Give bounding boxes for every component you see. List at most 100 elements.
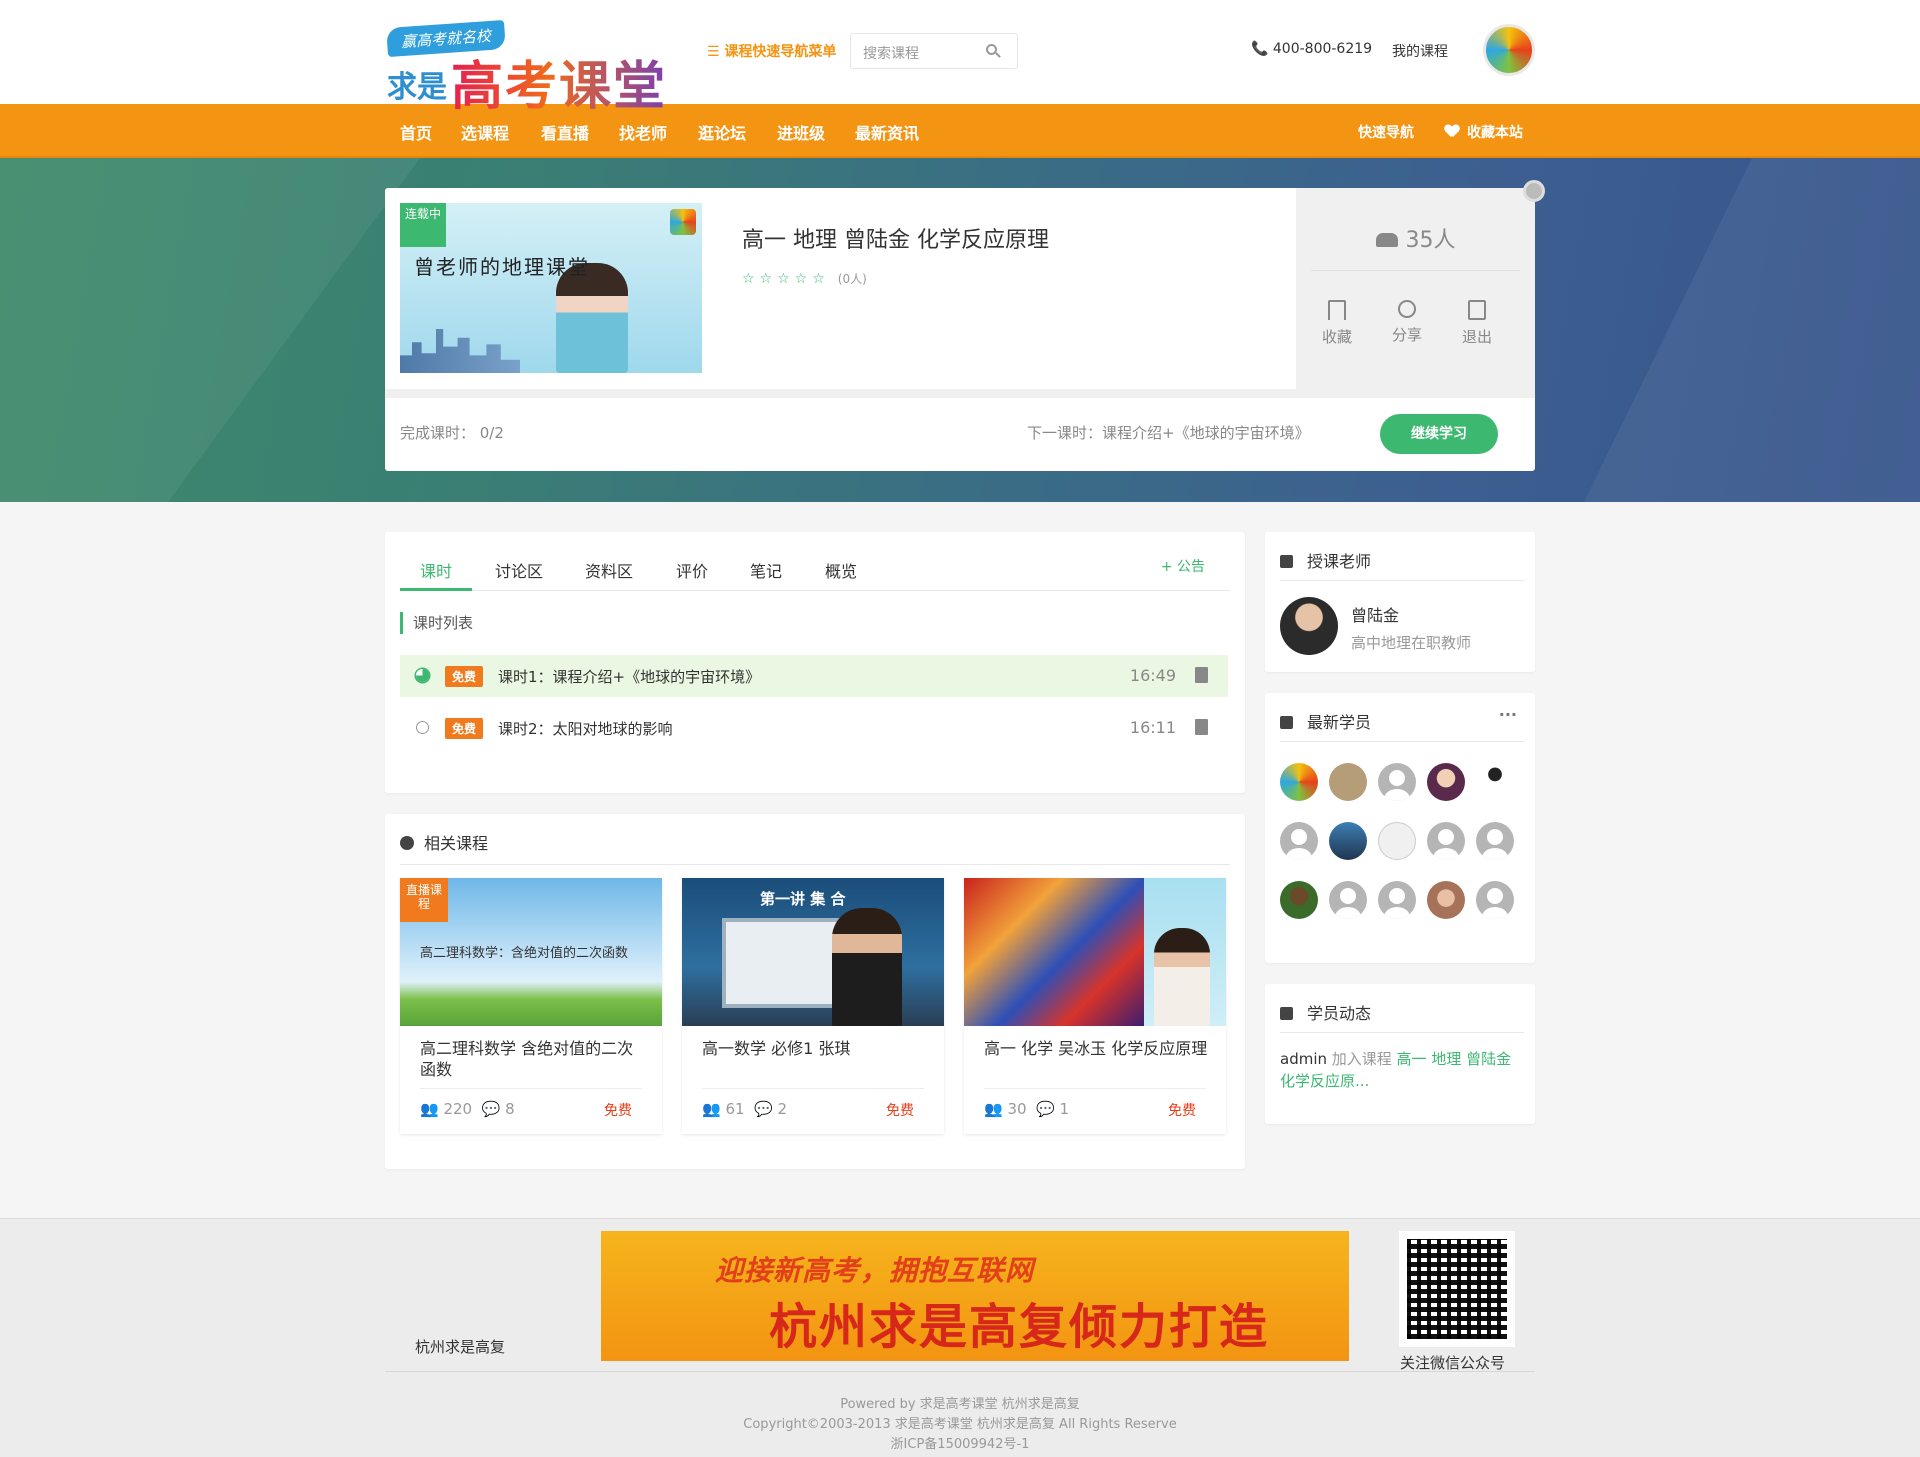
nav-live[interactable]: 看直播	[541, 120, 589, 144]
teacher-title: 授课老师	[1307, 552, 1372, 571]
related-course-card[interactable]: 第一讲 集 合 高一数学 必修1 张琪 👥 61 💬 2 免费	[682, 878, 944, 1134]
course-quick-nav-menu[interactable]: ☰ 课程快速导航菜单	[707, 41, 836, 61]
student-avatar[interactable]	[1329, 822, 1367, 860]
lesson-list-heading: 课时列表	[400, 612, 473, 634]
favorite-button[interactable]: 收藏	[1312, 300, 1362, 347]
banner-line-1: 迎接新高考，拥抱互联网	[715, 1254, 1035, 1287]
settings-gear-icon[interactable]	[1523, 180, 1545, 202]
student-avatar[interactable]	[1378, 881, 1416, 919]
exit-label: 退出	[1461, 328, 1492, 346]
banner-line-2: 杭州求是高复倾力打造	[769, 1299, 1270, 1355]
search-placeholder: 搜索课程	[863, 46, 919, 62]
city-illustration	[400, 329, 520, 373]
tab-materials[interactable]: 资料区	[585, 558, 633, 582]
price-label: 免费	[604, 1103, 632, 1119]
site-logo[interactable]: 赢高考就名校 求是 高考课堂	[385, 19, 695, 117]
student-avatar[interactable]	[1329, 881, 1367, 919]
live-ribbon: 直播课程	[400, 878, 448, 922]
student-avatar[interactable]	[1280, 822, 1318, 860]
student-avatar[interactable]	[1378, 822, 1416, 860]
tab-overview[interactable]: 概览	[825, 558, 857, 582]
free-badge: 免费	[445, 666, 484, 687]
mini-logo	[670, 209, 696, 235]
nav-home[interactable]: 首页	[400, 120, 432, 144]
nav-news[interactable]: 最新资讯	[855, 120, 919, 144]
tab-notes[interactable]: 笔记	[750, 558, 782, 582]
logo-prefix: 求是	[387, 70, 447, 105]
student-avatar[interactable]	[1280, 763, 1318, 801]
student-avatar[interactable]	[1476, 881, 1514, 919]
student-avatar[interactable]	[1476, 822, 1514, 860]
favorite-site-link[interactable]: 收藏本站	[1445, 122, 1523, 142]
lesson-row[interactable]: 免费 课时1：课程介绍+《地球的宇宙环境》 16:49	[400, 655, 1228, 697]
teacher-avatar[interactable]	[1280, 597, 1338, 655]
powered-by: Powered by 求是高考课堂 杭州求是高复	[840, 1397, 1080, 1412]
related-course-card[interactable]: 高一 化学 吴冰玉 化学反应原理 👥 30 💬 1 免费	[964, 878, 1226, 1134]
nav-teachers[interactable]: 找老师	[619, 120, 667, 144]
comment-count: 2	[777, 1100, 788, 1118]
next-lesson-link[interactable]: 下一课时：课程介绍+《地球的宇宙环境》	[1027, 422, 1310, 443]
nav-classes[interactable]: 进班级	[777, 120, 825, 144]
activity-item: admin 加入课程 高一 地理 曾陆金 化学反应原...	[1280, 1048, 1520, 1092]
related-course-card[interactable]: 直播课程 高二理科数学：含绝对值的二次函数 高二理科数学 含绝对值的二次函数 👥…	[400, 878, 662, 1134]
more-icon[interactable]: ···	[1499, 705, 1517, 724]
qr-label: 关注微信公众号	[1400, 1354, 1506, 1372]
teacher-heading: 授课老师	[1280, 548, 1371, 572]
price-label: 免费	[886, 1103, 914, 1119]
tab-reviews[interactable]: 评价	[676, 558, 708, 582]
rating-count: (0人)	[837, 272, 867, 286]
wechat-qr-code	[1399, 1231, 1515, 1347]
price-label: 免费	[1168, 1103, 1196, 1119]
image-caption: 第一讲 集 合	[760, 890, 846, 908]
favorite-label: 收藏本站	[1467, 125, 1523, 141]
colorful-reaction-image	[964, 878, 1144, 1026]
my-courses-link[interactable]: 我的课程	[1392, 41, 1448, 61]
teacher-description: 高中地理在职教师	[1351, 634, 1472, 652]
student-avatar[interactable]	[1427, 881, 1465, 919]
course-thumbnail[interactable]: 连载中 曾老师的地理课堂	[400, 203, 702, 373]
card-divider	[385, 389, 1535, 398]
student-activity-panel: 学员动态 admin 加入课程 高一 地理 曾陆金 化学反应原...	[1265, 984, 1535, 1124]
student-avatar[interactable]	[1427, 763, 1465, 801]
free-badge: 免费	[445, 718, 484, 739]
promo-banner[interactable]: 迎接新高考，拥抱互联网 杭州求是高复倾力打造	[601, 1231, 1349, 1361]
teacher-name[interactable]: 曾陆金	[1351, 602, 1399, 626]
announcement-button[interactable]: + 公告	[1161, 556, 1205, 576]
exit-button[interactable]: 退出	[1452, 300, 1502, 347]
top-header: 赢高考就名校 求是 高考课堂 ☰ 课程快速导航菜单 搜索课程 📞 400-800…	[0, 0, 1920, 117]
nav-courses[interactable]: 选课程	[461, 120, 509, 144]
student-avatar[interactable]	[1329, 763, 1367, 801]
divider	[1280, 1032, 1524, 1033]
student-avatar[interactable]	[1427, 822, 1465, 860]
related-course-title: 高一 化学 吴冰玉 化学反应原理	[984, 1039, 1208, 1058]
course-stats: 👥 61 💬 2	[702, 1100, 788, 1118]
whiteboard	[722, 918, 842, 1008]
tab-discussion[interactable]: 讨论区	[495, 558, 543, 582]
search-icon[interactable]	[986, 44, 997, 55]
quick-nav-link[interactable]: 快速导航	[1358, 122, 1414, 142]
nav-forum[interactable]: 逛论坛	[698, 120, 746, 144]
exit-icon	[1468, 300, 1486, 320]
students-title: 最新学员	[1307, 713, 1372, 732]
user-avatar[interactable]	[1483, 24, 1535, 76]
document-icon	[1195, 719, 1208, 735]
comment-count: 1	[1059, 1100, 1070, 1118]
student-count-value: 35人	[1405, 228, 1456, 253]
student-avatar[interactable]	[1280, 881, 1318, 919]
rating-stars[interactable]: ☆☆☆☆☆ (0人)	[742, 270, 867, 287]
student-count: 35人	[1296, 222, 1535, 254]
activity-user[interactable]: admin	[1280, 1050, 1327, 1068]
continue-learning-button[interactable]: 继续学习	[1380, 414, 1498, 454]
divider	[400, 864, 1230, 865]
thumbnail-title: 曾老师的地理课堂	[414, 255, 590, 279]
student-avatar[interactable]	[1476, 763, 1514, 801]
student-count: 61	[725, 1100, 745, 1118]
search-input[interactable]: 搜索课程	[850, 33, 1018, 69]
lesson-duration: 16:11	[1129, 718, 1176, 737]
student-avatar[interactable]	[1378, 763, 1416, 801]
lesson-name: 课时1：课程介绍+《地球的宇宙环境》	[498, 668, 761, 686]
share-button[interactable]: 分享	[1382, 300, 1432, 345]
lesson-row[interactable]: 免费 课时2：太阳对地球的影响 16:11	[400, 707, 1228, 749]
tab-lessons[interactable]: 课时	[420, 558, 452, 582]
icp-number[interactable]: 浙ICP备15009942号-1	[0, 1433, 1920, 1452]
